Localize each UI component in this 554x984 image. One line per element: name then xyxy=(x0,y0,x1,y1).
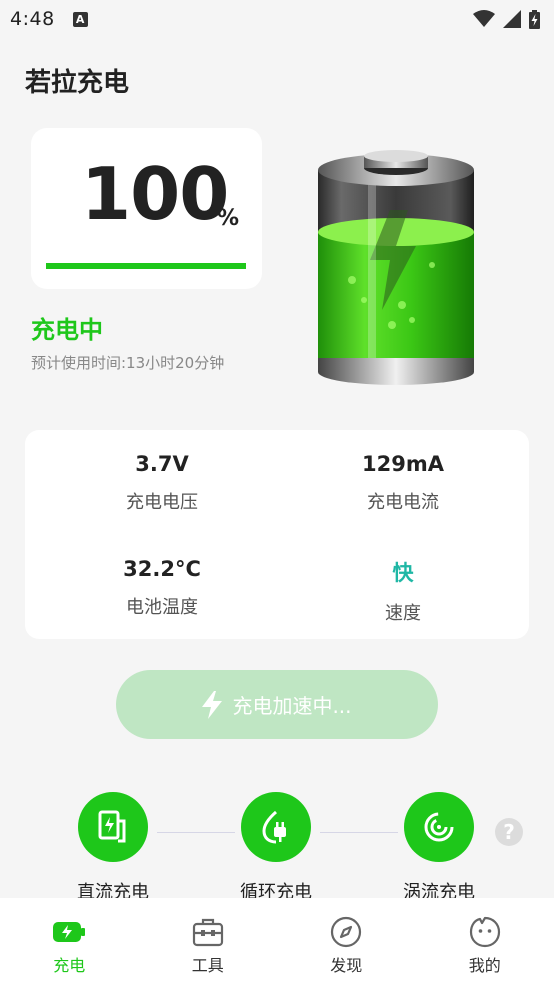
current-label: 充电电流 xyxy=(367,492,439,513)
speed-label: 速度 xyxy=(385,603,421,624)
temperature-value: 32.2°C xyxy=(123,557,201,581)
battery-level-card: 100 % xyxy=(31,128,262,289)
lightning-icon xyxy=(202,690,223,719)
charging-modes: 直流充电 循环充电 涡流充电 ? xyxy=(0,790,554,903)
speed-stat: 快 速度 xyxy=(303,557,503,625)
app-title: 若拉充电 xyxy=(25,68,130,98)
nav-label-tools: 工具 xyxy=(191,956,224,975)
mode-dc-charge[interactable]: 直流充电 xyxy=(58,792,168,904)
nav-tab-charge[interactable]: 充电 xyxy=(0,898,139,984)
nav-label-discover: 发现 xyxy=(330,956,363,975)
status-time: 4:48 xyxy=(10,8,55,30)
charge-boost-label: 充电加速中... xyxy=(232,694,352,718)
dc-charge-icon xyxy=(98,810,126,843)
nav-tab-discover[interactable]: 发现 xyxy=(277,898,416,984)
nav-tab-profile[interactable]: 我的 xyxy=(416,898,554,984)
nav-tab-tools[interactable]: 工具 xyxy=(139,898,278,984)
voltage-label: 充电电压 xyxy=(126,492,198,513)
bottom-nav: 充电 工具 发现 我的 xyxy=(0,898,554,984)
help-icon[interactable]: ? xyxy=(495,818,523,846)
battery-level-bar xyxy=(46,263,246,269)
toolbox-icon xyxy=(192,916,224,948)
voltage-value: 3.7V xyxy=(135,452,189,476)
temperature-label: 电池温度 xyxy=(126,597,198,618)
charging-stats-card: 3.7V 充电电压 129mA 充电电流 32.2°C 电池温度 快 速度 xyxy=(25,430,529,639)
notification-a-icon: A xyxy=(72,11,88,27)
battery-level-bar-fill xyxy=(46,263,246,269)
status-icons xyxy=(473,9,540,29)
vortex-charge-button[interactable] xyxy=(404,792,474,862)
current-value: 129mA xyxy=(362,452,444,476)
battery-status-icon xyxy=(529,9,540,29)
mode-cycle-charge[interactable]: 循环充电 xyxy=(221,792,331,904)
wifi-icon xyxy=(473,10,495,27)
nav-label-profile: 我的 xyxy=(468,956,501,975)
battery-illustration-icon xyxy=(318,150,474,385)
charge-boost-button[interactable]: 充电加速中... xyxy=(116,670,438,739)
compass-icon xyxy=(330,916,362,948)
battery-level-number: 100 xyxy=(81,152,229,236)
cycle-charge-icon xyxy=(262,810,286,844)
vortex-charge-icon xyxy=(424,812,454,842)
battery-level-unit: % xyxy=(217,206,240,231)
profile-face-icon xyxy=(469,916,501,948)
mode-vortex-charge[interactable]: 涡流充电 xyxy=(384,792,494,904)
speed-value: 快 xyxy=(392,561,414,585)
current-stat: 129mA 充电电流 xyxy=(303,452,503,514)
dc-charge-button[interactable] xyxy=(78,792,148,862)
status-bar: 4:48 A xyxy=(0,0,554,38)
battery-charge-icon xyxy=(53,916,86,948)
temperature-stat: 32.2°C 电池温度 xyxy=(62,557,262,619)
usage-estimate: 预计使用时间:13小时20分钟 xyxy=(31,354,225,372)
nav-label-charge: 充电 xyxy=(53,956,86,975)
charging-status: 充电中 xyxy=(31,316,103,344)
signal-icon xyxy=(503,10,521,28)
voltage-stat: 3.7V 充电电压 xyxy=(62,452,262,514)
cycle-charge-button[interactable] xyxy=(241,792,311,862)
